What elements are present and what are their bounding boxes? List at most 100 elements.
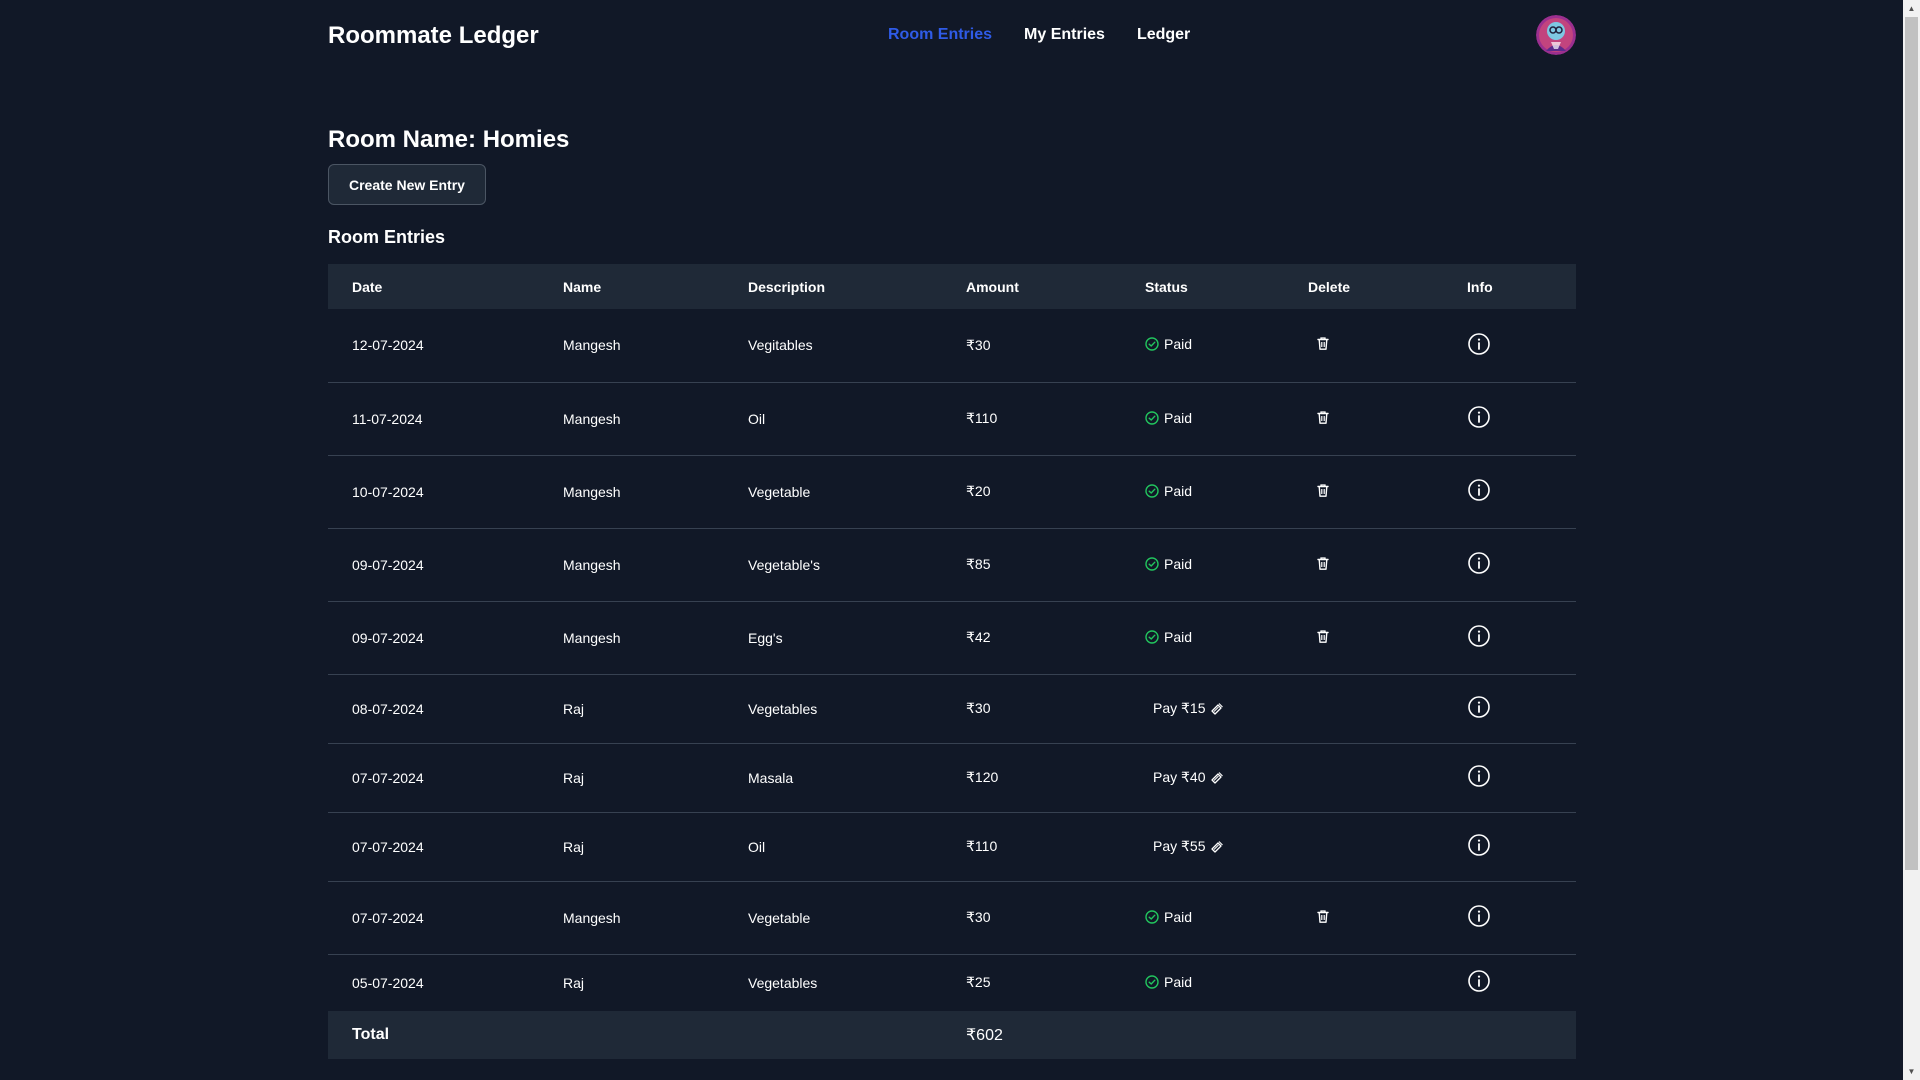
cell-date: 10-07-2024: [352, 483, 424, 500]
cell-amount: ₹110: [966, 410, 998, 426]
nav-room-entries[interactable]: Room Entries: [888, 26, 992, 44]
info-circle-icon: [1468, 765, 1490, 787]
cell-info: [1443, 455, 1576, 528]
cell-date: 12-07-2024: [352, 337, 424, 354]
check-circle-icon: [1145, 975, 1159, 989]
info-circle-icon: [1468, 834, 1490, 856]
cell-date: 09-07-2024: [352, 629, 424, 646]
delete-button[interactable]: [1316, 556, 1330, 571]
create-new-entry-button[interactable]: Create New Entry: [328, 164, 486, 205]
avatar-image: [1536, 15, 1576, 55]
money-send-icon: [1210, 840, 1223, 853]
app-brand[interactable]: Roommate Ledger: [328, 22, 539, 50]
info-button[interactable]: [1467, 624, 1491, 648]
info-circle-icon: [1468, 332, 1490, 355]
pay-button[interactable]: Pay ₹55: [1145, 838, 1224, 855]
info-button[interactable]: [1467, 332, 1491, 356]
cell-status: Paid: [1121, 455, 1284, 528]
nav-ledger[interactable]: Ledger: [1137, 26, 1190, 44]
header-date: Date: [352, 278, 383, 295]
paid-status: Paid: [1145, 410, 1192, 426]
table-row: 10-07-2024 Mangesh Vegetable ₹20 Paid: [328, 455, 1576, 528]
cell-date: 07-07-2024: [352, 909, 424, 926]
status-text: Paid: [1164, 409, 1193, 426]
status-text: Paid: [1164, 973, 1193, 990]
table-row: 11-07-2024 Mangesh Oil ₹110 Paid: [328, 382, 1576, 455]
cell-status: Paid: [1121, 954, 1284, 1011]
check-circle-icon: [1145, 337, 1159, 351]
delete-button[interactable]: [1316, 629, 1330, 644]
header-info: Info: [1467, 278, 1493, 295]
cell-date: 09-07-2024: [352, 556, 424, 573]
info-circle-icon: [1468, 696, 1490, 718]
cell-name: Mangesh: [563, 337, 621, 354]
cell-name: Raj: [563, 974, 585, 991]
cell-info: [1443, 528, 1576, 601]
cell-description: Vegetables: [748, 700, 818, 717]
table-row: 09-07-2024 Mangesh Egg's ₹42 Paid: [328, 601, 1576, 674]
table-row: 07-07-2024 Raj Masala ₹120 Pay ₹40: [328, 743, 1576, 812]
table-row: 08-07-2024 Raj Vegetables ₹30 Pay ₹15: [328, 674, 1576, 743]
info-button[interactable]: [1467, 478, 1491, 502]
pay-text: Pay ₹15: [1153, 700, 1206, 716]
info-button[interactable]: [1467, 969, 1491, 993]
cell-amount: ₹20: [966, 483, 991, 499]
cell-date: 08-07-2024: [352, 700, 424, 717]
delete-button[interactable]: [1316, 410, 1330, 425]
header-amount: Amount: [966, 278, 1019, 295]
table-row: 07-07-2024 Mangesh Vegetable ₹30 Paid: [328, 881, 1576, 954]
info-button[interactable]: [1467, 904, 1491, 928]
table-row: 09-07-2024 Mangesh Vegetable's ₹85 Paid: [328, 528, 1576, 601]
total-label: Total: [352, 1026, 390, 1043]
info-button[interactable]: [1467, 764, 1491, 788]
cell-description: Vegitables: [748, 337, 813, 354]
delete-button[interactable]: [1316, 483, 1330, 498]
vertical-scrollbar[interactable]: ▲ ▼: [1903, 0, 1920, 1080]
cell-description: Vegetable: [748, 483, 811, 500]
delete-button[interactable]: [1316, 336, 1330, 351]
cell-status: Paid: [1121, 528, 1284, 601]
check-circle-icon: [1145, 629, 1159, 644]
header-delete: Delete: [1308, 278, 1351, 295]
paid-status: Paid: [1145, 336, 1192, 352]
cell-status: Paid: [1121, 382, 1284, 455]
nav-my-entries[interactable]: My Entries: [1024, 26, 1105, 44]
delete-button[interactable]: [1316, 909, 1330, 924]
cell-status: Paid: [1121, 601, 1284, 674]
cell-delete: [1284, 674, 1443, 743]
cell-description: Oil: [748, 838, 766, 855]
trash-icon: [1317, 556, 1329, 570]
info-circle-icon: [1468, 970, 1490, 993]
trash-icon: [1317, 410, 1329, 424]
pay-text: Pay ₹40: [1153, 769, 1206, 785]
cell-info: [1443, 674, 1576, 743]
pay-button[interactable]: Pay ₹15: [1145, 700, 1224, 717]
scroll-down-arrow-icon[interactable]: ▼: [1903, 1063, 1920, 1080]
info-button[interactable]: [1467, 695, 1491, 719]
table-row: 12-07-2024 Mangesh Vegitables ₹30 Paid: [328, 309, 1576, 382]
info-circle-icon: [1468, 406, 1490, 428]
scroll-up-arrow-icon[interactable]: ▲: [1903, 0, 1920, 17]
cell-info: [1443, 743, 1576, 812]
info-button[interactable]: [1467, 833, 1491, 857]
paid-status: Paid: [1145, 483, 1192, 499]
cell-description: Vegetable's: [748, 556, 820, 573]
pay-text: Pay ₹55: [1153, 838, 1206, 854]
main-nav: Room Entries My Entries Ledger: [888, 26, 1190, 44]
trash-icon: [1317, 629, 1329, 643]
cell-description: Vegetables: [748, 974, 818, 991]
info-button[interactable]: [1467, 551, 1491, 575]
info-button[interactable]: [1467, 405, 1491, 429]
scroll-thumb[interactable]: [1905, 17, 1918, 870]
cell-info: [1443, 812, 1576, 881]
cell-name: Raj: [563, 769, 585, 786]
cell-amount: ₹30: [966, 909, 991, 925]
status-text: Paid: [1164, 555, 1193, 572]
user-avatar[interactable]: [1536, 15, 1576, 55]
total-row: Total ₹602: [328, 1011, 1576, 1059]
cell-date: 05-07-2024: [352, 974, 424, 991]
cell-delete: [1284, 954, 1443, 1011]
header-description: Description: [748, 278, 826, 295]
cell-date: 07-07-2024: [352, 769, 424, 786]
pay-button[interactable]: Pay ₹40: [1145, 769, 1224, 786]
